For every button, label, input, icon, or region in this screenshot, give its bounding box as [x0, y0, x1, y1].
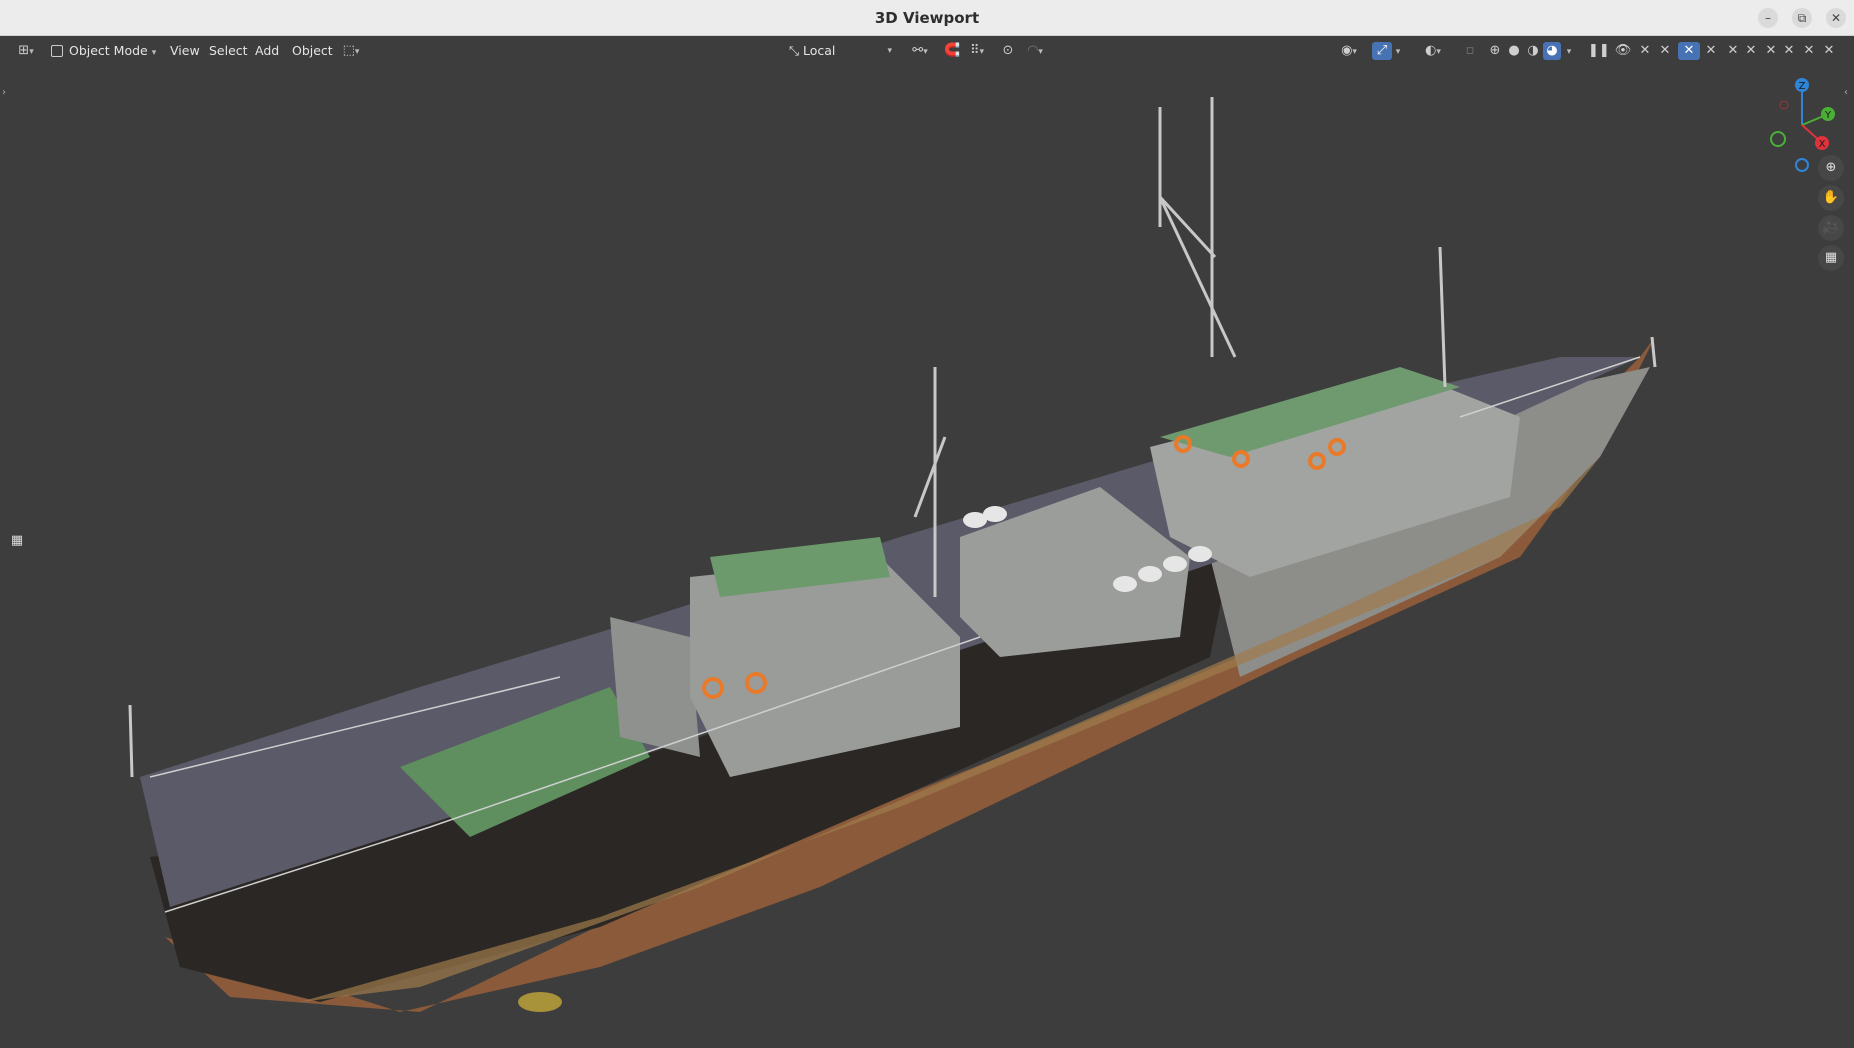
- orientation-label: Local: [803, 43, 836, 58]
- menu-select[interactable]: Select: [204, 41, 253, 61]
- edit-options-icon[interactable]: ⬚▾: [336, 42, 366, 60]
- ship-model: [128, 97, 1657, 1012]
- material-preview-icon[interactable]: ◑: [1524, 42, 1542, 60]
- falloff-icon[interactable]: ◠▾: [1020, 42, 1050, 60]
- menu-add[interactable]: Add: [250, 41, 284, 61]
- shading-dropdown-icon[interactable]: ▾: [1563, 42, 1575, 60]
- close-button[interactable]: ✕: [1826, 8, 1846, 28]
- solid-shading-icon[interactable]: ●: [1505, 42, 1523, 60]
- rendered-shading-icon[interactable]: ◕: [1543, 42, 1561, 60]
- maximize-button[interactable]: ⧉: [1792, 8, 1812, 28]
- gizmo-y-label: Y: [1824, 110, 1832, 121]
- window-title: 3D Viewport: [874, 9, 980, 27]
- pan-hand-icon[interactable]: ✋: [1818, 185, 1844, 211]
- object-mode-label: Object Mode: [69, 43, 148, 58]
- pause-icon[interactable]: ❚❚: [1588, 42, 1610, 60]
- window-titlebar: 3D Viewport – ⧉ ✕: [0, 0, 1854, 36]
- gizmo-z-label: Z: [1799, 81, 1806, 92]
- viewport-header: ⊞▾ Object Mode ▾ View Select Add Object …: [0, 37, 1854, 65]
- filter-icon-active[interactable]: ✕: [1678, 42, 1700, 60]
- selectability-visibility-icon[interactable]: ◉▾: [1334, 42, 1364, 60]
- transform-orientation-dropdown[interactable]: ⤡ Local ▾: [784, 41, 896, 61]
- filter-icon-3[interactable]: ✕: [1702, 42, 1720, 60]
- gizmo-x-label: X: [1819, 139, 1826, 150]
- filter-icon-8[interactable]: ✕: [1800, 42, 1818, 60]
- checker-tool-icon[interactable]: ▦: [8, 532, 26, 550]
- object-mode-dropdown[interactable]: Object Mode ▾: [46, 41, 161, 61]
- filter-icon-2[interactable]: ✕: [1656, 42, 1674, 60]
- camera-view-icon[interactable]: 🎥: [1818, 215, 1844, 241]
- gizmo-toggle-icon[interactable]: ⤢: [1372, 42, 1392, 60]
- 3d-viewport[interactable]: ⊞▾ Object Mode ▾ View Select Add Object …: [0, 37, 1854, 1048]
- snap-target-icon[interactable]: ⠿▾: [962, 42, 992, 60]
- proportional-edit-icon[interactable]: ⊙: [1000, 42, 1016, 60]
- toolbar-expand-icon[interactable]: ›: [2, 87, 6, 98]
- minimize-button[interactable]: –: [1758, 8, 1778, 28]
- filter-icon-6[interactable]: ✕: [1762, 42, 1780, 60]
- zoom-icon[interactable]: ⊕: [1818, 155, 1844, 181]
- propeller: [518, 992, 562, 1012]
- filter-icon-7[interactable]: ✕: [1780, 42, 1798, 60]
- gizmo-neg-y-axis[interactable]: [1770, 131, 1786, 147]
- filter-icon-1[interactable]: ✕: [1636, 42, 1654, 60]
- filter-icon-5[interactable]: ✕: [1742, 42, 1760, 60]
- snap-toggle-icon[interactable]: 🧲: [944, 42, 960, 60]
- xray-toggle-icon[interactable]: ▫: [1462, 42, 1478, 60]
- transform-orientation-icon: ⤡: [789, 43, 800, 58]
- wireframe-shading-icon[interactable]: ⊕: [1486, 42, 1504, 60]
- overlays-icon[interactable]: ◐▾: [1418, 42, 1448, 60]
- filter-icon-4[interactable]: ✕: [1724, 42, 1742, 60]
- perspective-grid-icon[interactable]: ▦: [1818, 245, 1844, 271]
- filter-icon-9[interactable]: ✕: [1820, 42, 1838, 60]
- visibility-eye-icon[interactable]: 👁: [1614, 42, 1632, 60]
- aft-house: [610, 617, 700, 757]
- menu-object[interactable]: Object: [287, 41, 338, 61]
- gizmo-neg-z-axis[interactable]: [1795, 158, 1809, 172]
- gizmo-neg-x-axis[interactable]: [1779, 100, 1789, 110]
- object-mode-icon: [51, 45, 63, 57]
- gizmo-dropdown-icon[interactable]: ▾: [1392, 42, 1404, 60]
- editor-type-icon[interactable]: ⊞▾: [12, 42, 40, 60]
- pivot-point-icon[interactable]: ⚯▾: [906, 42, 934, 60]
- menu-view[interactable]: View: [165, 41, 205, 61]
